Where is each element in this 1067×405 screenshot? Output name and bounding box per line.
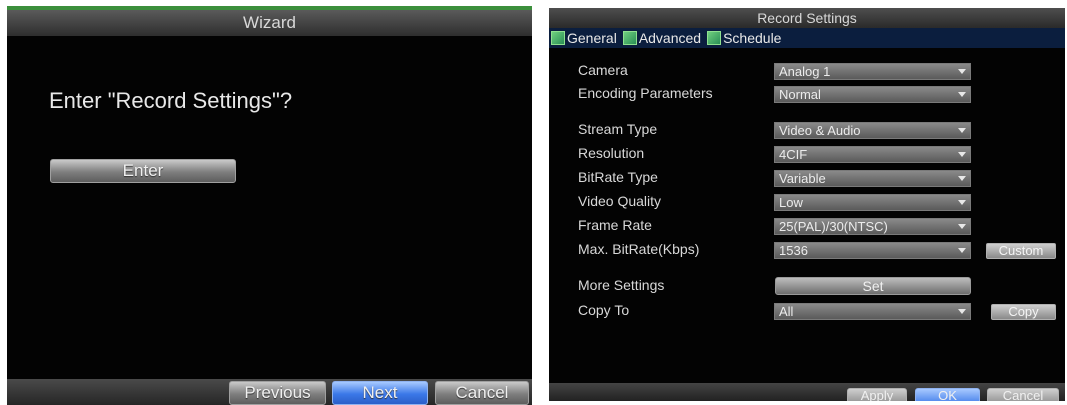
chevron-down-icon (958, 248, 966, 253)
tab-schedule-icon (707, 31, 722, 45)
previous-button[interactable]: Previous (229, 381, 326, 405)
stream-type-label: Stream Type (578, 121, 658, 137)
tab-schedule[interactable]: Schedule (705, 28, 785, 48)
video-quality-value: Low (779, 195, 803, 210)
tab-advanced-icon (622, 31, 637, 45)
resolution-dropdown[interactable]: 4CIF (774, 146, 971, 163)
frame-rate-dropdown[interactable]: 25(PAL)/30(NTSC) (774, 218, 971, 235)
record-settings-footer: Apply OK Cancel (549, 383, 1065, 401)
video-quality-dropdown[interactable]: Low (774, 194, 971, 211)
max-bitrate-value: 1536 (779, 243, 808, 258)
wizard-title: Wizard (7, 10, 532, 36)
frame-rate-value: 25(PAL)/30(NTSC) (779, 219, 888, 234)
set-button[interactable]: Set (775, 277, 971, 295)
tab-bar: General Advanced Schedule (549, 28, 1065, 48)
wizard-footer: Previous Next Cancel (7, 379, 532, 405)
next-button[interactable]: Next (332, 381, 428, 405)
copy-to-dropdown[interactable]: All (774, 303, 971, 320)
chevron-down-icon (958, 152, 966, 157)
frame-rate-label: Frame Rate (578, 217, 652, 233)
record-settings-dialog: Record Settings General Advanced Schedul… (549, 8, 1065, 401)
camera-dropdown[interactable]: Analog 1 (774, 63, 971, 80)
stream-type-dropdown[interactable]: Video & Audio (774, 122, 971, 139)
tab-general-label: General (567, 30, 617, 46)
camera-label: Camera (578, 62, 628, 78)
enter-button[interactable]: Enter (50, 159, 236, 183)
copy-to-value: All (779, 304, 794, 319)
copy-to-label: Copy To (578, 302, 630, 318)
max-bitrate-label: Max. BitRate(Kbps) (578, 241, 700, 257)
chevron-down-icon (958, 176, 966, 181)
tab-general-icon (551, 31, 565, 45)
chevron-down-icon (958, 92, 966, 97)
copy-button[interactable]: Copy (991, 304, 1056, 320)
bitrate-type-value: Variable (779, 171, 826, 186)
tab-schedule-label: Schedule (723, 30, 782, 46)
wizard-dialog: Wizard Enter "Record Settings"? Enter Pr… (7, 6, 532, 405)
bitrate-type-dropdown[interactable]: Variable (774, 170, 971, 187)
chevron-down-icon (958, 224, 966, 229)
resolution-label: Resolution (578, 145, 645, 161)
stream-type-value: Video & Audio (779, 123, 861, 138)
encoding-label: Encoding Parameters (578, 85, 713, 101)
video-quality-label: Video Quality (578, 193, 662, 209)
cancel-button[interactable]: Cancel (435, 381, 529, 405)
tab-advanced[interactable]: Advanced (621, 28, 705, 48)
chevron-down-icon (958, 309, 966, 314)
apply-button[interactable]: Apply (847, 388, 907, 401)
chevron-down-icon (958, 200, 966, 205)
chevron-down-icon (958, 128, 966, 133)
max-bitrate-dropdown[interactable]: 1536 (774, 242, 971, 259)
record-settings-body: Camera Analog 1 Encoding Parameters Norm… (549, 48, 1065, 383)
wizard-question: Enter "Record Settings"? (49, 88, 293, 113)
ok-button[interactable]: OK (915, 388, 980, 401)
camera-value: Analog 1 (779, 64, 831, 79)
more-settings-label: More Settings (578, 277, 665, 293)
chevron-down-icon (958, 69, 966, 74)
encoding-value: Normal (779, 87, 821, 102)
tab-general[interactable]: General (549, 28, 621, 48)
tab-advanced-label: Advanced (638, 30, 702, 46)
record-cancel-button[interactable]: Cancel (987, 388, 1059, 401)
record-settings-title: Record Settings (549, 8, 1065, 28)
resolution-value: 4CIF (779, 147, 808, 162)
encoding-dropdown[interactable]: Normal (774, 86, 971, 103)
custom-button[interactable]: Custom (986, 243, 1056, 259)
bitrate-type-label: BitRate Type (578, 169, 658, 185)
